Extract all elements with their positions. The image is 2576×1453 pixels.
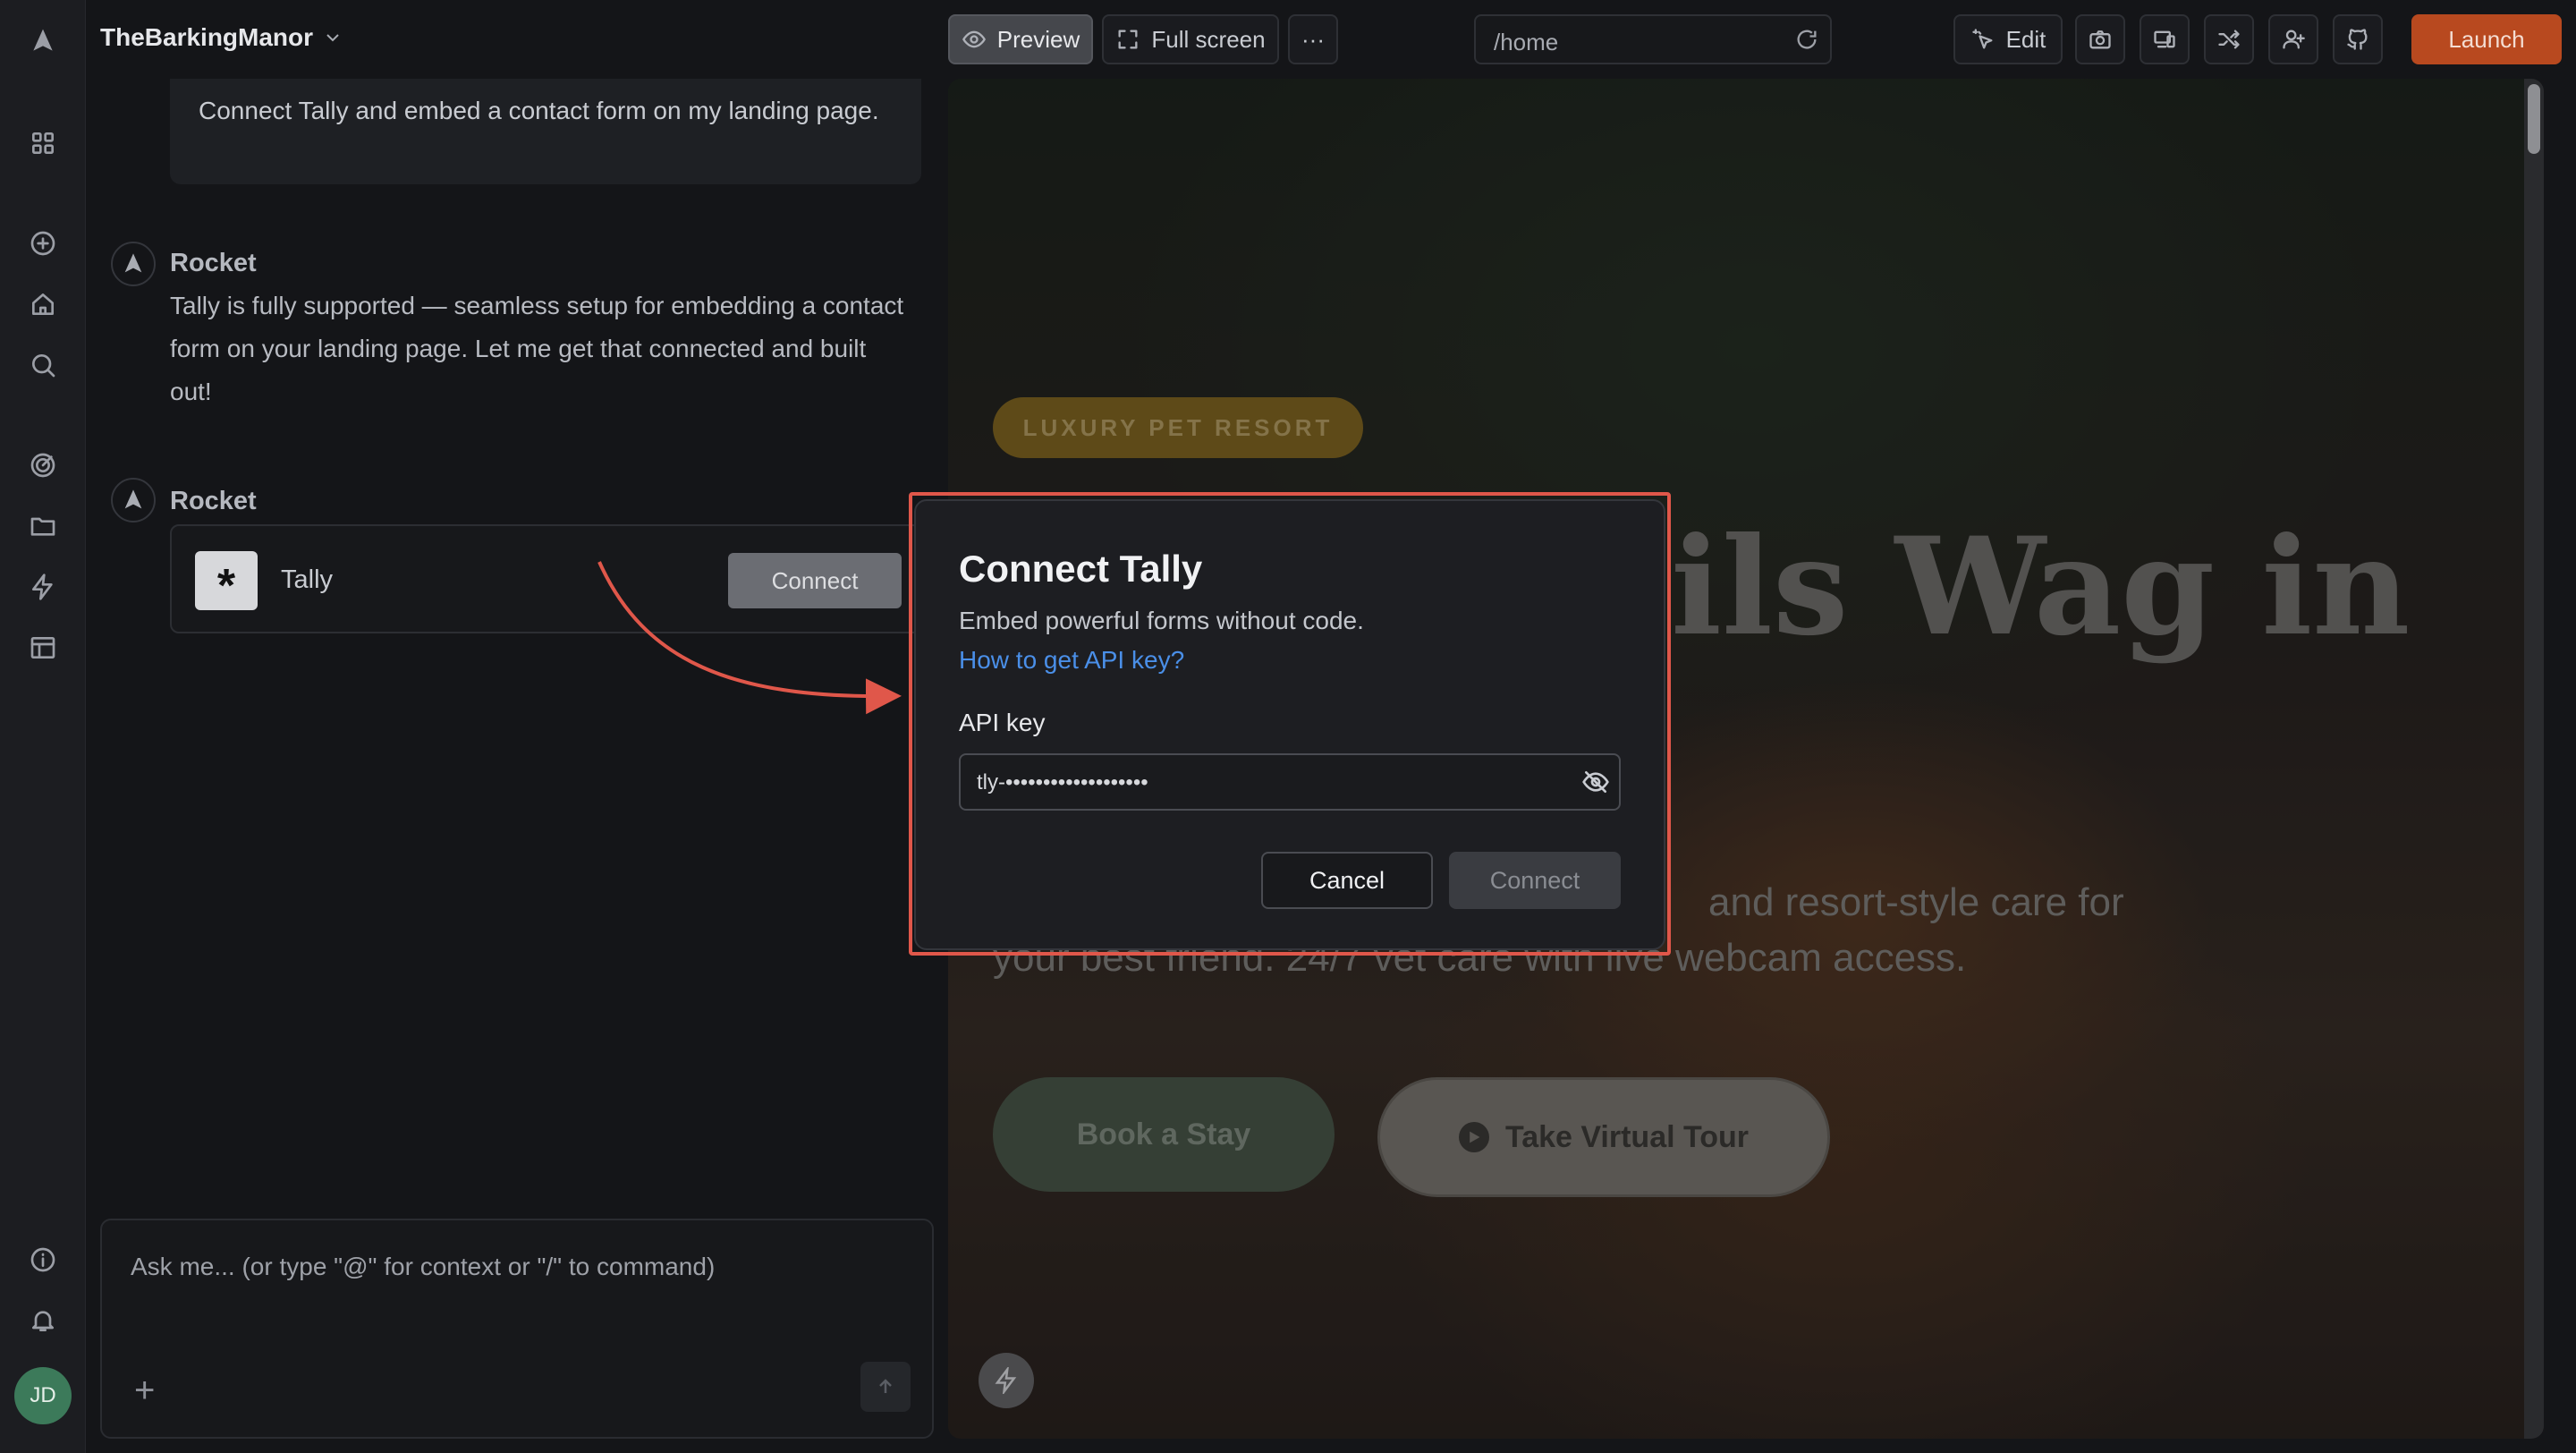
lightning-icon — [995, 1367, 1017, 1394]
responsive-view-button[interactable] — [2140, 14, 2190, 64]
api-key-field — [959, 753, 1621, 811]
connect-button[interactable]: Connect — [1449, 852, 1621, 909]
connect-tally-dialog: Connect Tally Embed powerful forms witho… — [914, 499, 1665, 950]
chat-composer: + — [100, 1219, 934, 1439]
add-attachment-icon[interactable]: + — [134, 1371, 155, 1411]
api-key-help-link[interactable]: How to get API key? — [959, 646, 1184, 675]
message-sender: Rocket — [170, 249, 257, 277]
expand-icon — [1118, 30, 1138, 49]
user-message: Connect Tally and embed a contact form o… — [170, 79, 921, 184]
message-sender: Rocket — [170, 487, 257, 515]
url-bar[interactable]: /home — [1474, 14, 1832, 64]
api-key-input[interactable] — [977, 768, 1549, 798]
devices-icon — [2154, 30, 2175, 48]
github-icon — [2347, 29, 2368, 50]
fullscreen-button[interactable]: Full screen — [1102, 14, 1279, 64]
edit-label: Edit — [2005, 25, 2046, 53]
info-icon[interactable] — [25, 1242, 61, 1278]
api-key-label: API key — [959, 709, 1046, 736]
fullscreen-label: Full screen — [1151, 25, 1266, 53]
more-options-button[interactable]: ··· — [1288, 14, 1338, 64]
preview-label: Preview — [996, 25, 1080, 53]
lightning-fab[interactable] — [979, 1353, 1034, 1408]
grid-icon[interactable] — [25, 125, 61, 161]
camera-icon — [2089, 30, 2111, 49]
assistant-message: Tally is fully supported — seamless setu… — [170, 292, 904, 405]
invite-user-button[interactable] — [2268, 14, 2318, 64]
preview-scrollbar[interactable] — [2524, 79, 2544, 1439]
dialog-description: Embed powerful forms without code. — [959, 607, 1364, 634]
layout-icon[interactable] — [25, 630, 61, 666]
lightning-icon[interactable] — [25, 569, 61, 605]
github-button[interactable] — [2333, 14, 2383, 64]
edit-button[interactable]: Edit — [1953, 14, 2063, 64]
integration-name: Tally — [281, 565, 334, 594]
project-name: TheBarkingManor — [100, 23, 314, 51]
shuffle-icon — [2218, 30, 2240, 49]
bell-icon[interactable] — [25, 1303, 61, 1338]
left-rail: JD — [0, 0, 86, 1453]
reload-icon[interactable] — [1794, 27, 1819, 56]
home-icon[interactable] — [25, 286, 61, 322]
url-text: /home — [1494, 29, 1559, 55]
rocket-avatar-icon — [111, 478, 156, 523]
tally-logo-icon: * — [195, 551, 258, 612]
annotation-arrow-icon — [597, 561, 902, 715]
send-button[interactable] — [860, 1362, 911, 1412]
cursor-click-icon — [1971, 29, 1993, 49]
target-icon[interactable] — [25, 447, 61, 483]
rocket-logo-icon[interactable] — [25, 23, 61, 59]
preview-button[interactable]: Preview — [948, 14, 1093, 64]
eye-icon — [962, 30, 986, 48]
scrollbar-thumb[interactable] — [2528, 84, 2540, 154]
plus-circle-icon[interactable] — [25, 225, 61, 261]
more-icon: ··· — [1301, 25, 1325, 53]
search-icon[interactable] — [25, 347, 61, 383]
user-plus-icon — [2283, 30, 2305, 49]
chevron-down-icon — [326, 34, 339, 42]
launch-button[interactable]: Launch — [2411, 14, 2562, 64]
eye-off-icon[interactable] — [1581, 768, 1610, 801]
screenshot-button[interactable] — [2075, 14, 2125, 64]
chat-input[interactable] — [131, 1253, 900, 1281]
dialog-title: Connect Tally — [959, 548, 1203, 590]
arrow-up-icon — [879, 1379, 892, 1393]
project-switcher[interactable]: TheBarkingManor — [100, 23, 343, 52]
shuffle-button[interactable] — [2204, 14, 2254, 64]
avatar[interactable]: JD — [14, 1367, 72, 1424]
cancel-button[interactable]: Cancel — [1261, 852, 1433, 909]
folder-icon[interactable] — [25, 508, 61, 544]
rocket-avatar-icon — [111, 242, 156, 286]
